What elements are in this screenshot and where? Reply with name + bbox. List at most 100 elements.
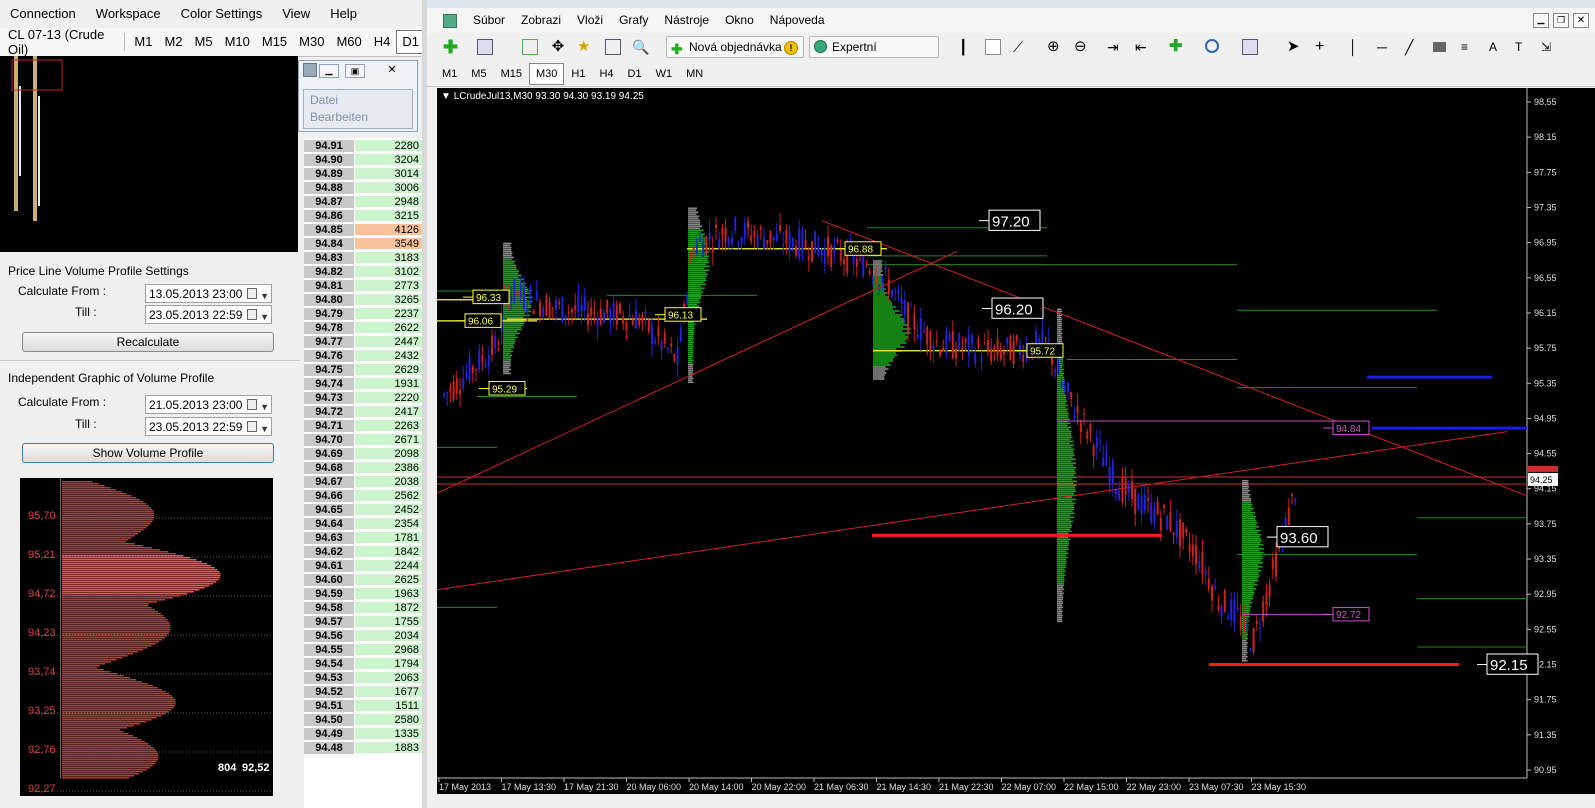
ladder-row[interactable]: 94.80 3265: [304, 294, 422, 307]
menu-vlozi[interactable]: Vloži: [569, 8, 611, 33]
ladder-row[interactable]: 94.60 2625: [304, 574, 422, 587]
ladder-row[interactable]: 94.62 1842: [304, 546, 422, 559]
ladder-row[interactable]: 94.70 2671: [304, 434, 422, 447]
mt-tf-m30[interactable]: M30: [528, 62, 565, 85]
maximize-icon[interactable]: ▣: [345, 64, 365, 78]
menu-datei[interactable]: Datei: [304, 90, 412, 107]
calendar-icon[interactable]: [247, 309, 257, 320]
ladder-row[interactable]: 94.69 2098: [304, 448, 422, 461]
ladder-row[interactable]: 94.48 1883: [304, 742, 422, 755]
auto-scroll-icon[interactable]: ⇥: [1107, 39, 1123, 55]
zoom-out-icon[interactable]: ⊖: [1074, 39, 1090, 55]
tf-d1[interactable]: D1: [396, 30, 425, 54]
mt-tf-m5[interactable]: M5: [464, 63, 493, 85]
menu-view[interactable]: View: [272, 0, 320, 28]
mdi-close-icon[interactable]: ✕: [1573, 13, 1589, 28]
symbol-selector[interactable]: CL 07-13 (Crude Oil): [0, 27, 120, 57]
menu-zobrazi[interactable]: Zobrazi: [513, 8, 569, 33]
indicators-icon[interactable]: ✚: [1169, 39, 1185, 55]
calendar-icon[interactable]: [247, 421, 257, 432]
menu-napoveda[interactable]: Nápoveda: [762, 8, 833, 33]
tf-m1[interactable]: M1: [128, 30, 158, 54]
menu-bearbeiten[interactable]: Bearbeiten: [304, 107, 412, 124]
ladder-row[interactable]: 94.73 2220: [304, 392, 422, 405]
price-chart[interactable]: 98.55 98.15 97.75 97.35 96.95 96.55 96.15 95.75…: [436, 88, 1595, 794]
ladder-row[interactable]: 94.77 2447: [304, 336, 422, 349]
tf-h4[interactable]: H4: [368, 30, 397, 54]
ladder-row[interactable]: 94.74 1931: [304, 378, 422, 391]
ladder-row[interactable]: 94.83 3183: [304, 252, 422, 265]
ladder-row[interactable]: 94.55 2968: [304, 644, 422, 657]
text-icon[interactable]: A: [1489, 39, 1505, 55]
ladder-row[interactable]: 94.57 1755: [304, 616, 422, 629]
crosshair-icon[interactable]: +: [1315, 39, 1331, 55]
new-chart-icon[interactable]: ✚: [443, 38, 459, 56]
tf-m5[interactable]: M5: [189, 30, 219, 54]
ladder-row[interactable]: 94.56 2034: [304, 630, 422, 643]
mt-tf-d1[interactable]: D1: [621, 63, 649, 85]
ladder-row[interactable]: 94.81 2773: [304, 280, 422, 293]
ladder-row[interactable]: 94.75 2629: [304, 364, 422, 377]
tf-m2[interactable]: M2: [158, 30, 188, 54]
text-label-icon[interactable]: T: [1515, 39, 1531, 55]
mt-tf-h1[interactable]: H1: [564, 63, 592, 85]
alert-icon[interactable]: !: [784, 41, 798, 55]
candlestick-icon[interactable]: [985, 39, 1001, 55]
mt-tf-mn[interactable]: MN: [679, 63, 710, 85]
chevron-down-icon[interactable]: ▼: [260, 308, 269, 327]
ladder-row[interactable]: 94.82 3102: [304, 266, 422, 279]
menu-workspace[interactable]: Workspace: [86, 0, 171, 28]
channel-icon[interactable]: [1433, 42, 1446, 52]
expert-advisors-button[interactable]: Expertní poradcovia: [809, 36, 939, 74]
tester-icon[interactable]: 🔍: [632, 39, 649, 55]
calc-from-date-1[interactable]: 13.05.2013 23:00 ▼: [145, 284, 272, 303]
ladder-row[interactable]: 94.84 3549: [304, 238, 422, 251]
chart-menu-triangle-icon[interactable]: ▼: [441, 91, 454, 102]
arrows-icon[interactable]: ⇲: [1541, 39, 1557, 55]
ladder-row[interactable]: 94.49 1335: [304, 728, 422, 741]
till-date-2[interactable]: 23.05.2013 22:59 ▼: [145, 417, 272, 436]
ladder-row[interactable]: 94.63 1781: [304, 532, 422, 545]
show-volume-profile-button[interactable]: Show Volume Profile: [22, 443, 274, 463]
menu-color-settings[interactable]: Color Settings: [171, 0, 273, 28]
ladder-row[interactable]: 94.52 1677: [304, 686, 422, 699]
zoom-in-icon[interactable]: ⊕: [1047, 39, 1063, 55]
templates-icon[interactable]: [1242, 39, 1258, 55]
ladder-row[interactable]: 94.58 1872: [304, 602, 422, 615]
calendar-icon[interactable]: [247, 288, 257, 299]
ladder-row[interactable]: 94.68 2386: [304, 462, 422, 475]
navigator-icon[interactable]: ✥: [550, 39, 566, 55]
till-date-1[interactable]: 23.05.2013 22:59 ▼: [145, 305, 272, 324]
ladder-row[interactable]: 94.61 2244: [304, 560, 422, 573]
profiles-icon[interactable]: [477, 39, 493, 55]
ladder-row[interactable]: 94.85 4126: [304, 224, 422, 237]
periods-icon[interactable]: [1205, 39, 1219, 53]
minimize-icon[interactable]: ▁: [319, 64, 339, 78]
mdi-minimize-icon[interactable]: ▁: [1533, 13, 1549, 28]
ladder-row[interactable]: 94.71 2263: [304, 420, 422, 433]
market-watch-icon[interactable]: [522, 39, 538, 55]
ladder-row[interactable]: 94.79 2237: [304, 308, 422, 321]
ladder-row[interactable]: 94.72 2417: [304, 406, 422, 419]
ladder-row[interactable]: 94.88 3006: [304, 182, 422, 195]
ladder-row[interactable]: 94.66 2562: [304, 490, 422, 503]
recalculate-button[interactable]: Recalculate: [22, 332, 274, 352]
cursor-icon[interactable]: ➤: [1287, 39, 1303, 55]
menu-connection[interactable]: Connection: [0, 0, 86, 28]
mt-tf-m15[interactable]: M15: [494, 63, 529, 85]
ladder-row[interactable]: 94.86 3215: [304, 210, 422, 223]
menu-subor[interactable]: Súbor: [465, 8, 513, 33]
menu-nastroje[interactable]: Nástroje: [656, 8, 717, 33]
trendline-icon[interactable]: ╱: [1405, 39, 1421, 55]
mt-tf-w1[interactable]: W1: [649, 63, 680, 85]
tf-m60[interactable]: M60: [330, 30, 367, 54]
menu-grafy[interactable]: Grafy: [611, 8, 656, 33]
favorites-icon[interactable]: ★: [577, 39, 593, 55]
mdi-restore-icon[interactable]: ❐: [1553, 13, 1569, 28]
tf-m15[interactable]: M15: [256, 30, 293, 54]
bar-chart-icon[interactable]: ┃: [959, 39, 975, 55]
ladder-row[interactable]: 94.78 2622: [304, 322, 422, 335]
ladder-row[interactable]: 94.91 2280: [304, 140, 422, 153]
horizontal-line-icon[interactable]: ─: [1377, 39, 1393, 55]
chevron-down-icon[interactable]: ▼: [260, 398, 269, 417]
